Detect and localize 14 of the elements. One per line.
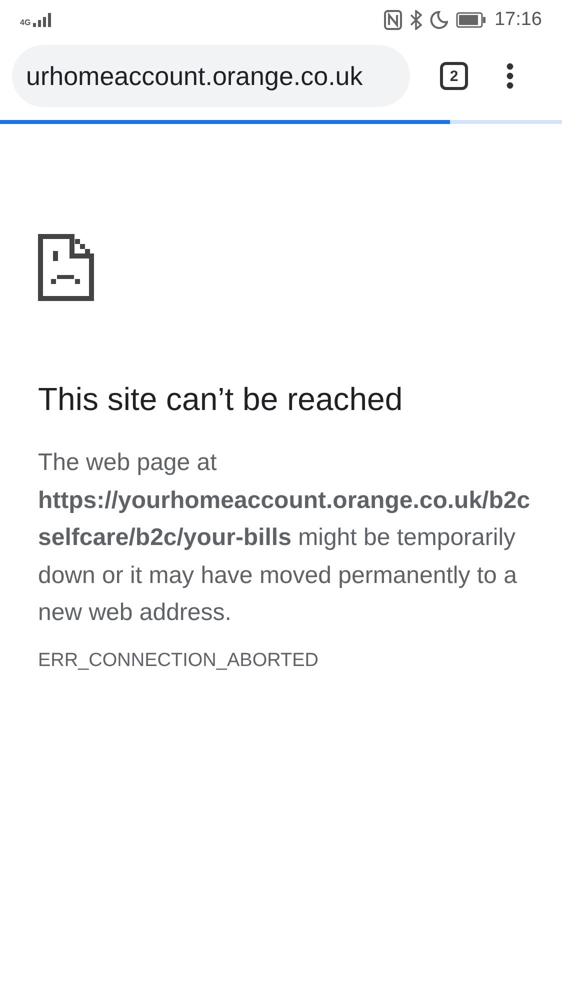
battery-icon bbox=[456, 12, 486, 28]
network-type: 4G bbox=[20, 19, 31, 27]
signal-icon bbox=[32, 13, 53, 27]
address-bar[interactable]: urhomeaccount.orange.co.uk bbox=[12, 45, 410, 107]
bluetooth-icon bbox=[410, 10, 422, 30]
error-code: ERR_CONNECTION_ABORTED bbox=[38, 650, 320, 672]
moon-icon bbox=[430, 11, 448, 29]
tab-switcher-button[interactable]: 2 bbox=[440, 62, 468, 90]
nfc-icon bbox=[384, 10, 402, 30]
sad-page-icon bbox=[38, 234, 94, 301]
error-title: This site can’t be reached bbox=[38, 381, 404, 418]
menu-icon[interactable] bbox=[506, 63, 514, 89]
error-message: The web page at https://yourhomeaccount.orange.co.uk/b2cselfcare/b2c/your-bills might be temporarily down or it may have moved permanently to a new web address. bbox=[38, 448, 532, 628]
clock-time: 17:16 bbox=[494, 9, 542, 31]
